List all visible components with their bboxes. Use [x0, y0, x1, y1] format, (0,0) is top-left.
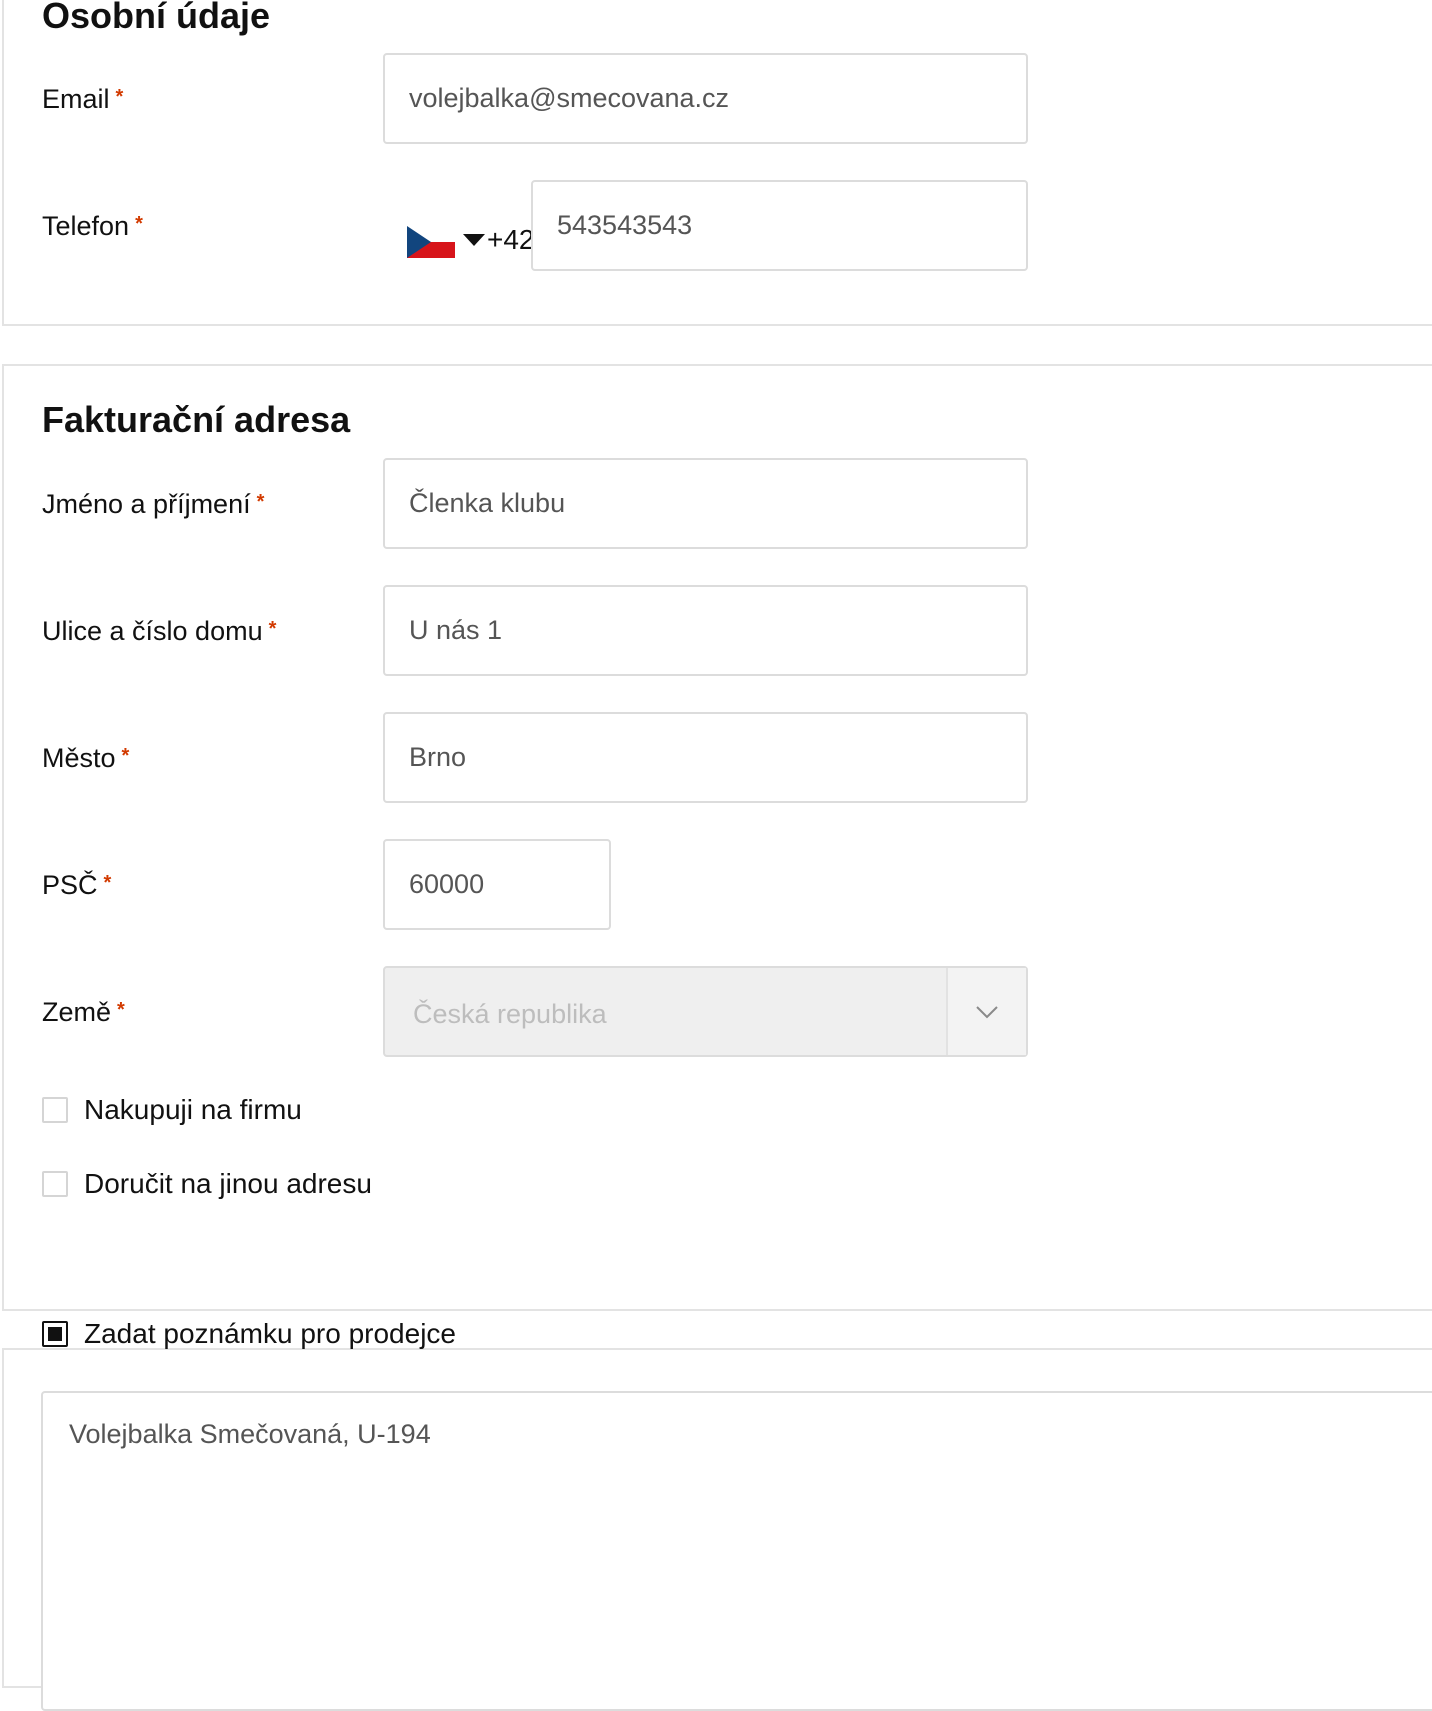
country-label-text: Země [42, 997, 112, 1027]
city-field[interactable] [383, 712, 1028, 803]
personal-info-title: Osobní údaje [42, 0, 271, 36]
required-mark: * [268, 618, 277, 640]
personal-info-section [2, 0, 1432, 326]
billing-address-title: Fakturační adresa [42, 399, 351, 440]
required-mark: * [103, 872, 112, 894]
name-label: Jméno a příjmení * [42, 487, 264, 521]
country-select-value: Česká republika [413, 999, 607, 1029]
required-mark: * [115, 86, 124, 108]
zip-label-text: PSČ [42, 870, 98, 900]
city-label-text: Město [42, 743, 116, 773]
name-label-text: Jméno a příjmení [42, 489, 251, 519]
email-label: Email * [42, 82, 123, 116]
seller-note-checkbox-label[interactable]: Zadat poznámku pro prodejce [84, 1318, 456, 1350]
required-mark: * [117, 999, 125, 1021]
seller-note-checkbox-row[interactable]: Zadat poznámku pro prodejce [42, 1318, 456, 1350]
other-address-checkbox[interactable] [42, 1171, 68, 1197]
city-label: Město * [42, 741, 129, 775]
street-field[interactable] [383, 585, 1028, 676]
full-name-field[interactable] [383, 458, 1028, 549]
seller-note-textarea[interactable]: Volejbalka Smečovaná, U-194 [41, 1391, 1432, 1711]
seller-note-checkbox[interactable] [42, 1321, 68, 1347]
country-select[interactable]: Česká republika [383, 966, 1028, 1057]
triangle-down-icon [463, 234, 485, 246]
phone-field[interactable] [531, 180, 1028, 271]
street-label: Ulice a číslo domu * [42, 614, 276, 648]
required-mark: * [121, 745, 130, 767]
zip-label: PSČ * [42, 868, 111, 902]
zip-field[interactable] [383, 839, 611, 930]
other-address-checkbox-row[interactable]: Doručit na jinou adresu [42, 1168, 372, 1200]
chevron-down-icon[interactable] [946, 968, 1026, 1055]
phone-label-text: Telefon [42, 211, 130, 241]
street-label-text: Ulice a číslo domu [42, 616, 263, 646]
company-checkbox-row[interactable]: Nakupuji na firmu [42, 1094, 302, 1126]
email-field[interactable] [383, 53, 1028, 144]
company-checkbox-label[interactable]: Nakupuji na firmu [84, 1094, 302, 1126]
other-address-checkbox-label[interactable]: Doručit na jinou adresu [84, 1168, 372, 1200]
email-label-text: Email [42, 84, 110, 114]
phone-label: Telefon * [42, 209, 143, 243]
country-label: Země * [42, 995, 125, 1029]
required-mark: * [135, 213, 143, 235]
czech-flag-icon[interactable] [407, 226, 455, 258]
company-checkbox[interactable] [42, 1097, 68, 1123]
required-mark: * [256, 491, 265, 513]
